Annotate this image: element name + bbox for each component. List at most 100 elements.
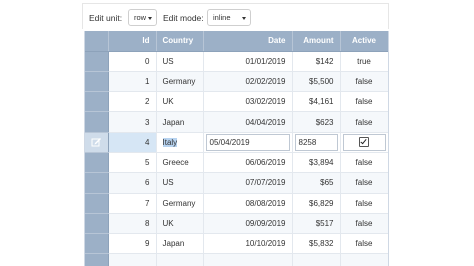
- cell-country[interactable]: US: [156, 51, 204, 72]
- cell-id[interactable]: 3: [108, 111, 157, 133]
- cell-amount[interactable]: $5,500: [292, 71, 341, 93]
- cell-amount[interactable]: $65: [292, 172, 341, 194]
- cell-id[interactable]: 8: [108, 213, 157, 235]
- table-row[interactable]: 3 Japan 04/04/2019 $623 false: [85, 111, 388, 133]
- edit-mode-value: inline: [213, 13, 231, 22]
- active-checkbox-wrap[interactable]: [342, 133, 386, 151]
- amount-input[interactable]: 8258: [294, 133, 338, 151]
- cell-date[interactable]: 06/06/2019: [203, 152, 293, 174]
- cell-active[interactable]: false: [340, 111, 388, 133]
- table-row[interactable]: 9 Japan 10/10/2019 $5,832 false: [85, 233, 388, 255]
- header-row: Id Country Date Amount Active: [85, 31, 388, 52]
- cell-date[interactable]: 09/09/2019: [203, 213, 293, 235]
- cell-id[interactable]: 6: [108, 172, 157, 194]
- cell-id[interactable]: 9: [108, 233, 157, 255]
- cell-country[interactable]: Germany: [156, 193, 204, 214]
- row-header[interactable]: [85, 132, 109, 153]
- edit-unit-select[interactable]: row: [128, 9, 157, 26]
- cell-country[interactable]: [156, 253, 204, 266]
- row-header[interactable]: [85, 213, 109, 235]
- column-header-id[interactable]: Id: [108, 31, 157, 52]
- row-header[interactable]: [85, 172, 109, 194]
- edit-unit-value: row: [134, 13, 147, 22]
- row-header[interactable]: [85, 111, 109, 133]
- date-input-value: 05/04/2019: [209, 137, 250, 147]
- active-checkbox[interactable]: [359, 137, 369, 148]
- cell-active[interactable]: false: [340, 172, 388, 194]
- cell-active[interactable]: false: [340, 152, 388, 174]
- cell-id: 4: [108, 132, 157, 153]
- cell-country[interactable]: UK: [156, 213, 204, 235]
- cell-amount[interactable]: $3,894: [292, 152, 341, 174]
- cell-date[interactable]: 04/04/2019: [203, 111, 293, 133]
- cell-amount[interactable]: $4,161: [292, 91, 341, 113]
- cell-country-editor[interactable]: Italy: [156, 132, 204, 153]
- grid-table: Id Country Date Amount Active 0 US 01/01…: [85, 31, 388, 266]
- cell-amount[interactable]: $5,832: [292, 233, 341, 255]
- cell-date[interactable]: 08/08/2019: [203, 193, 293, 214]
- column-header-date[interactable]: Date: [203, 31, 293, 52]
- cell-date-editor[interactable]: 05/04/2019: [203, 132, 293, 153]
- column-header-country[interactable]: Country: [156, 31, 204, 52]
- cell-country[interactable]: UK: [156, 91, 204, 113]
- column-header-active[interactable]: Active: [340, 31, 388, 52]
- cell-id[interactable]: [108, 253, 157, 266]
- cell-country[interactable]: Japan: [156, 111, 204, 133]
- row-header[interactable]: [85, 91, 109, 113]
- cell-country[interactable]: Greece: [156, 152, 204, 174]
- cell-amount[interactable]: [292, 253, 341, 266]
- cell-id[interactable]: 2: [108, 91, 157, 113]
- cell-id[interactable]: 1: [108, 71, 157, 93]
- chevron-down-icon: [242, 17, 246, 20]
- cell-date[interactable]: 01/01/2019: [203, 51, 293, 72]
- row-header[interactable]: [85, 71, 109, 93]
- cell-country[interactable]: Japan: [156, 233, 204, 255]
- cell-active[interactable]: false: [340, 71, 388, 93]
- cell-active[interactable]: false: [340, 91, 388, 113]
- column-header-amount[interactable]: Amount: [292, 31, 341, 52]
- edit-mode-select[interactable]: inline: [207, 9, 251, 26]
- cell-date[interactable]: 07/07/2019: [203, 172, 293, 194]
- cell-active[interactable]: false: [340, 213, 388, 235]
- row-header[interactable]: [85, 253, 109, 266]
- cell-date[interactable]: 10/10/2019: [203, 233, 293, 255]
- table-row[interactable]: 6 US 07/07/2019 $65 false: [85, 172, 388, 194]
- cell-active[interactable]: true: [340, 51, 388, 72]
- cell-active[interactable]: false: [340, 193, 388, 214]
- date-input[interactable]: 05/04/2019: [205, 133, 290, 151]
- cell-date[interactable]: 03/02/2019: [203, 91, 293, 113]
- cell-active[interactable]: [340, 253, 388, 266]
- toolbar: Edit unit: row Edit mode: inline: [82, 3, 389, 29]
- table-row[interactable]: 2 UK 03/02/2019 $4,161 false: [85, 91, 388, 113]
- cell-amount[interactable]: $6,829: [292, 193, 341, 214]
- row-header[interactable]: [85, 233, 109, 255]
- cell-active[interactable]: false: [340, 233, 388, 255]
- cell-id[interactable]: 7: [108, 193, 157, 214]
- cell-id[interactable]: 5: [108, 152, 157, 174]
- cell-amount-editor[interactable]: 8258: [292, 132, 341, 153]
- table-row[interactable]: 7 Germany 08/08/2019 $6,829 false: [85, 193, 388, 214]
- country-input[interactable]: Italy: [158, 133, 201, 151]
- editing-row[interactable]: 4 Italy 05/04/2019 8258: [85, 132, 388, 153]
- cell-amount[interactable]: $623: [292, 111, 341, 133]
- table-row[interactable]: 8 UK 09/09/2019 $517 false: [85, 213, 388, 235]
- table-row[interactable]: 0 US 01/01/2019 $142 true: [85, 51, 388, 72]
- amount-input-value: 8258: [298, 137, 317, 147]
- cell-date[interactable]: 02/02/2019: [203, 71, 293, 93]
- cell-country[interactable]: US: [156, 172, 204, 194]
- cell-amount[interactable]: $517: [292, 213, 341, 235]
- cell-date[interactable]: [203, 253, 293, 266]
- cell-amount[interactable]: $142: [292, 51, 341, 72]
- cell-active-editor[interactable]: [340, 132, 388, 153]
- row-header-corner: [85, 31, 109, 52]
- cell-country[interactable]: Germany: [156, 71, 204, 93]
- table-row[interactable]: [85, 253, 388, 266]
- cell-id[interactable]: 0: [108, 51, 157, 72]
- row-header[interactable]: [85, 51, 109, 72]
- table-row[interactable]: 5 Greece 06/06/2019 $3,894 false: [85, 152, 388, 174]
- row-header[interactable]: [85, 152, 109, 174]
- table-row[interactable]: 1 Germany 02/02/2019 $5,500 false: [85, 71, 388, 93]
- pencil-icon: [91, 138, 102, 147]
- row-header[interactable]: [85, 193, 109, 214]
- edit-unit-label: Edit unit:: [89, 13, 123, 23]
